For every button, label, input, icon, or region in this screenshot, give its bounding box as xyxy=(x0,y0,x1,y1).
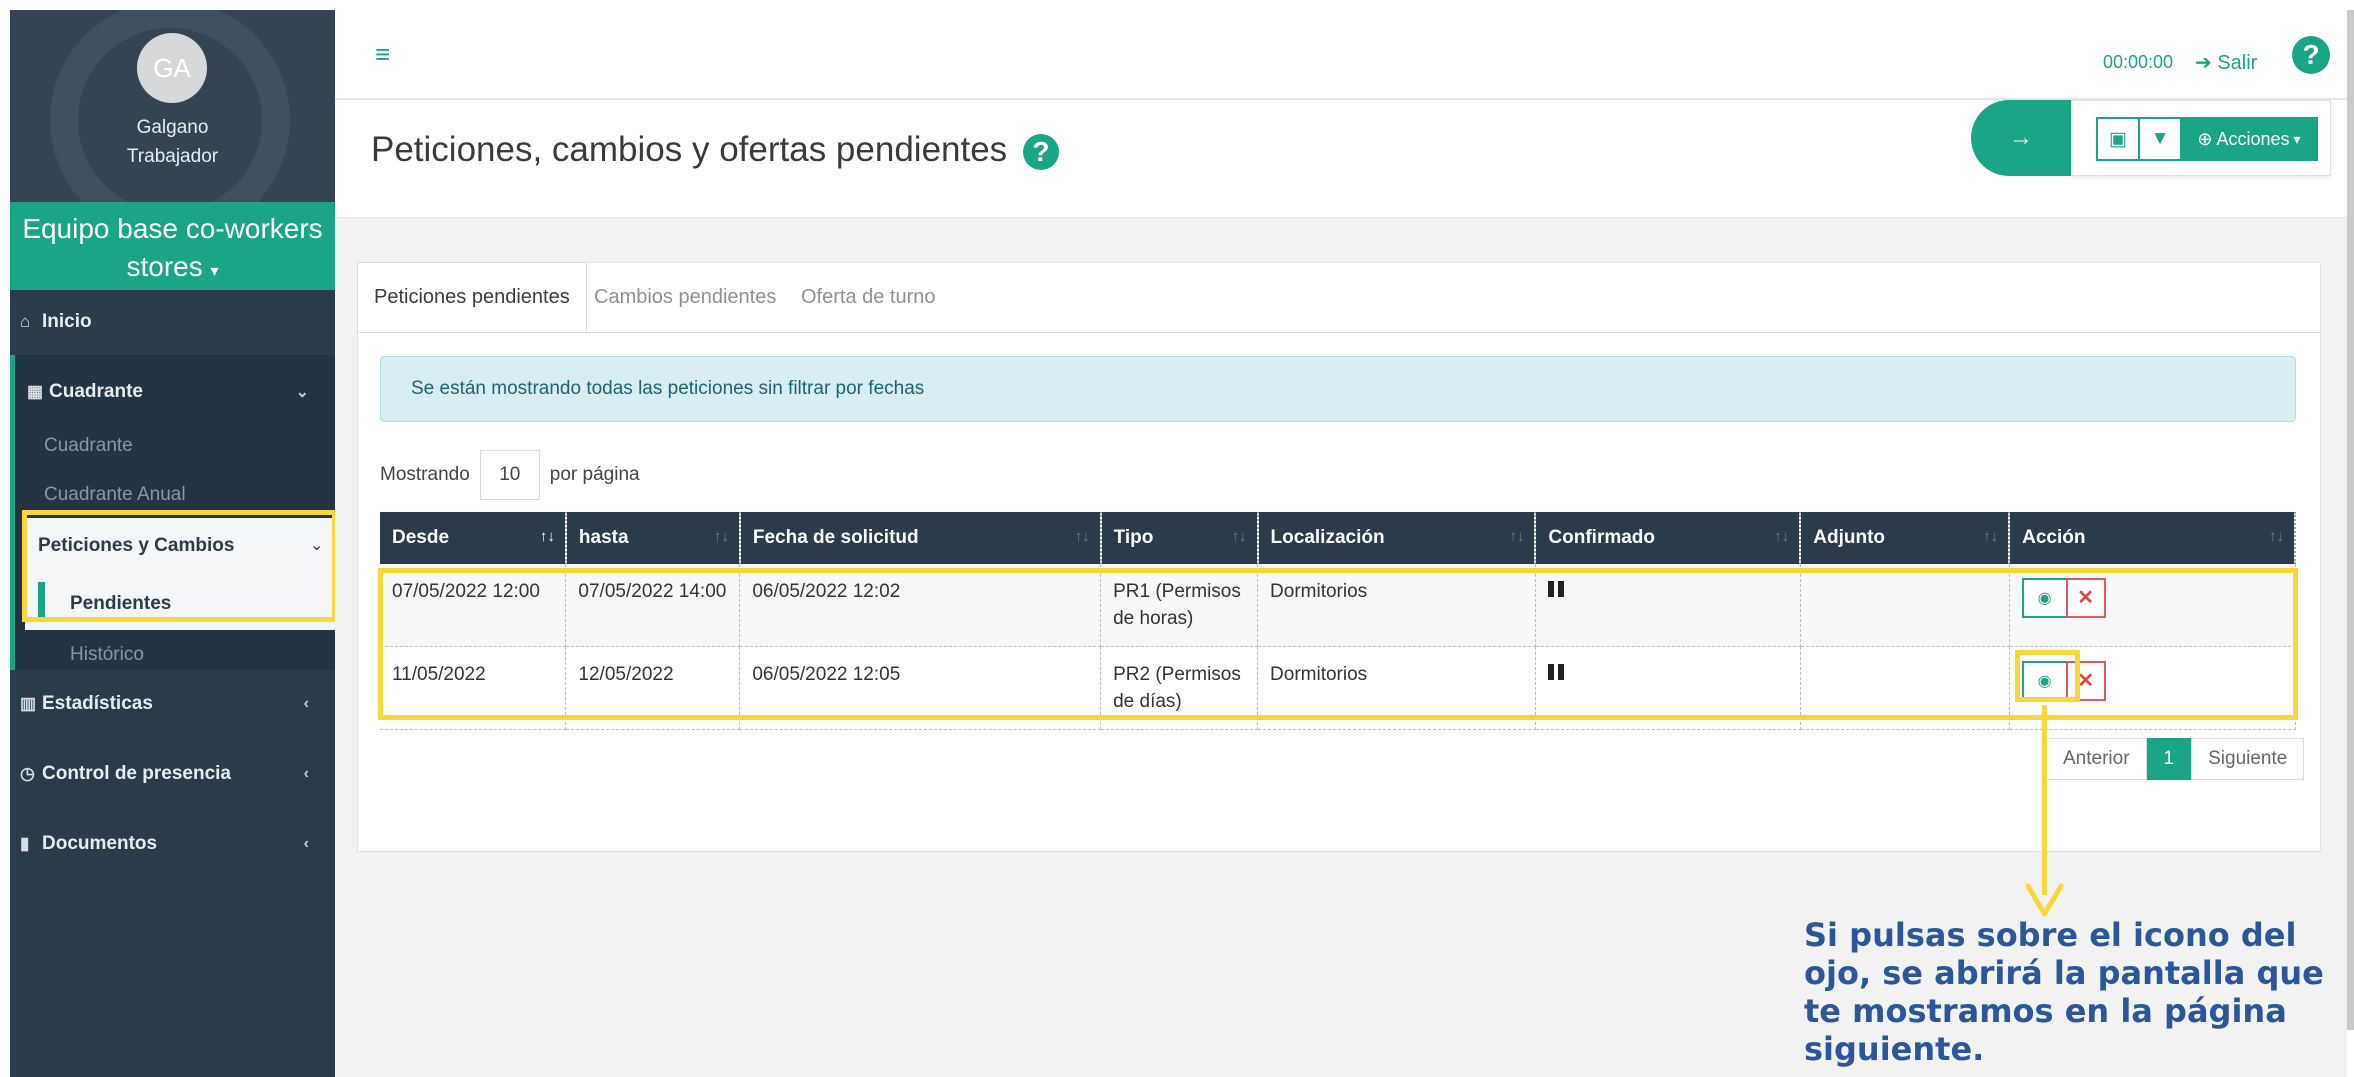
sidebar-item-label: Inicio xyxy=(42,311,92,332)
sidebar-item-label: Control de presencia xyxy=(42,763,231,784)
plus-circle-icon: ⊕ xyxy=(2197,128,2213,149)
team-label: Equipo base co-workers stores xyxy=(22,213,323,282)
column-header-localizacion[interactable]: Localización ↑↓ xyxy=(1257,512,1537,564)
sidebar-item-label: Estadísticas xyxy=(42,693,153,714)
page-title: Peticiones, cambios y ofertas pendientes… xyxy=(371,130,1059,170)
chart-icon: ▥ xyxy=(20,694,37,713)
sort-icon: ↑↓ xyxy=(1509,528,1525,545)
caret-down-icon: ▾ xyxy=(2293,130,2301,147)
header-label: Localización xyxy=(1270,527,1385,548)
profile-name: Galgano Trabajador xyxy=(10,113,335,171)
sort-icon: ↑↓ xyxy=(2269,528,2284,545)
page-size-input[interactable]: 10 xyxy=(479,450,540,500)
sidebar-item-documentos[interactable]: ▮ Documentos ‹ xyxy=(10,822,335,866)
filter-icon: ▼ xyxy=(2150,128,2170,149)
arrow-right-icon: → xyxy=(2009,124,2033,151)
arrow-right-button[interactable]: → xyxy=(1971,100,2071,176)
header-label: Adjunto xyxy=(1813,527,1886,548)
sidebar-subitem-historico[interactable]: Histórico xyxy=(70,644,144,666)
sort-icon: ↑↓ xyxy=(713,528,729,545)
sort-icon: ↑↓ xyxy=(539,528,555,545)
chevron-left-icon: ‹ xyxy=(303,835,309,852)
file-icon: ▮ xyxy=(20,834,30,853)
tabs-divider xyxy=(357,332,2321,333)
tab-cambios-pendientes[interactable]: Cambios pendientes xyxy=(578,262,792,332)
column-header-fecha[interactable]: Fecha de solicitud ↑↓ xyxy=(739,512,1102,564)
chevron-left-icon: ‹ xyxy=(303,695,309,712)
pagination-prev[interactable]: Anterior xyxy=(2046,738,2147,780)
header-label: Desde xyxy=(392,527,450,548)
sidebar-item-inicio[interactable]: ⌂ Inicio xyxy=(10,300,335,344)
calendar-icon: ▣ xyxy=(2109,128,2127,150)
profile-card: GA Galgano Trabajador xyxy=(10,10,335,202)
sidebar-item-label: Cuadrante xyxy=(49,381,143,402)
chevron-left-icon: ‹ xyxy=(303,765,309,782)
sidebar-item-estadisticas[interactable]: ▥ Estadísticas ‹ xyxy=(10,682,335,726)
page-header: Peticiones, cambios y ofertas pendientes… xyxy=(335,100,2347,218)
column-header-accion[interactable]: Acción ↑↓ xyxy=(2009,512,2296,564)
logout-label: Salir xyxy=(2217,52,2258,74)
page-size-control: Mostrando 10 por página xyxy=(380,448,640,502)
sort-icon: ↑↓ xyxy=(1074,528,1090,545)
callout-arrow-line xyxy=(2042,705,2047,895)
info-alert: Se están mostrando todas las peticiones … xyxy=(380,356,2296,422)
actions-label: Acciones xyxy=(2216,128,2290,149)
sort-icon: ↑↓ xyxy=(1774,528,1790,545)
table-header-row: Desde ↑↓ hasta ↑↓ Fecha de solicitud ↑↓ Tip… xyxy=(380,512,2296,564)
column-header-tipo[interactable]: Tipo ↑↓ xyxy=(1100,512,1259,564)
caret-down-icon: ▾ xyxy=(210,263,219,280)
calendar-icon: ▦ xyxy=(27,382,44,401)
page-title-text: Peticiones, cambios y ofertas pendientes xyxy=(371,130,1008,169)
arrow-down-icon xyxy=(2025,883,2064,917)
toolbar: ▣ ▼ ⊕ Acciones ▾ xyxy=(2071,100,2331,176)
callout-annotation: Si pulsas sobre el icono del ojo, se abr… xyxy=(1804,916,2324,1068)
pagination-next[interactable]: Siguiente xyxy=(2191,738,2305,780)
sidebar-subitem-cuadrante[interactable]: Cuadrante xyxy=(44,435,133,457)
column-header-hasta[interactable]: hasta ↑↓ xyxy=(565,512,741,564)
highlight-peticiones xyxy=(22,510,337,622)
help-icon[interactable]: ? xyxy=(2292,36,2330,74)
clock-icon: ◷ xyxy=(20,764,35,783)
pagination-page-1[interactable]: 1 xyxy=(2146,738,2192,780)
header-label: Acción xyxy=(2022,527,2086,548)
logout-link[interactable]: ➔ Salir xyxy=(2195,50,2257,75)
page-size-prefix: Mostrando xyxy=(380,464,470,485)
sidebar-subitem-cuadrante-anual[interactable]: Cuadrante Anual xyxy=(44,484,186,506)
pagination: Anterior 1 Siguiente xyxy=(2046,738,2305,780)
filter-button[interactable]: ▼ xyxy=(2138,117,2182,161)
page-size-suffix: por página xyxy=(549,464,640,485)
sidebar-item-control-presencia[interactable]: ◷ Control de presencia ‹ xyxy=(10,752,335,796)
team-selector[interactable]: Equipo base co-workers stores ▾ xyxy=(10,202,335,290)
header-label: Tipo xyxy=(1113,527,1154,548)
user-name: Galgano xyxy=(136,117,209,138)
sort-icon: ↑↓ xyxy=(1231,528,1247,545)
home-icon: ⌂ xyxy=(20,312,31,331)
avatar[interactable]: GA xyxy=(137,33,207,103)
sidebar-item-label: Documentos xyxy=(42,833,158,854)
header-label: Fecha de solicitud xyxy=(752,527,919,548)
calendar-button[interactable]: ▣ xyxy=(2096,117,2140,161)
logout-icon: ➔ xyxy=(2195,52,2212,74)
header-label: hasta xyxy=(578,527,629,548)
top-bar: ≡ 00:00:00 ➔ Salir ? xyxy=(335,10,2347,100)
chevron-down-icon: ⌄ xyxy=(295,384,309,401)
highlight-rows xyxy=(378,568,2298,720)
column-header-confirmado[interactable]: Confirmado ↑↓ xyxy=(1535,512,1802,564)
sort-icon: ↑↓ xyxy=(1983,528,1999,545)
header-label: Confirmado xyxy=(1548,527,1656,548)
scrollbar[interactable] xyxy=(2347,10,2354,1030)
tab-peticiones-pendientes[interactable]: Peticiones pendientes xyxy=(357,262,587,332)
actions-dropdown[interactable]: ⊕ Acciones ▾ xyxy=(2180,117,2318,161)
user-role: Trabajador xyxy=(126,146,219,167)
tab-oferta-turno[interactable]: Oferta de turno xyxy=(785,262,952,332)
highlight-eye-button xyxy=(2015,650,2080,702)
column-header-desde[interactable]: Desde ↑↓ xyxy=(380,512,567,564)
app-window: GA Galgano Trabajador Equipo base co-wor… xyxy=(0,0,2354,1077)
column-header-adjunto[interactable]: Adjunto ↑↓ xyxy=(1800,512,2011,564)
session-timer: 00:00:00 xyxy=(2103,52,2174,72)
sidebar-item-cuadrante[interactable]: ▦ Cuadrante ⌄ xyxy=(10,370,335,414)
top-edge xyxy=(0,0,2354,10)
menu-icon[interactable]: ≡ xyxy=(375,41,390,67)
help-icon[interactable]: ? xyxy=(1022,133,1059,170)
